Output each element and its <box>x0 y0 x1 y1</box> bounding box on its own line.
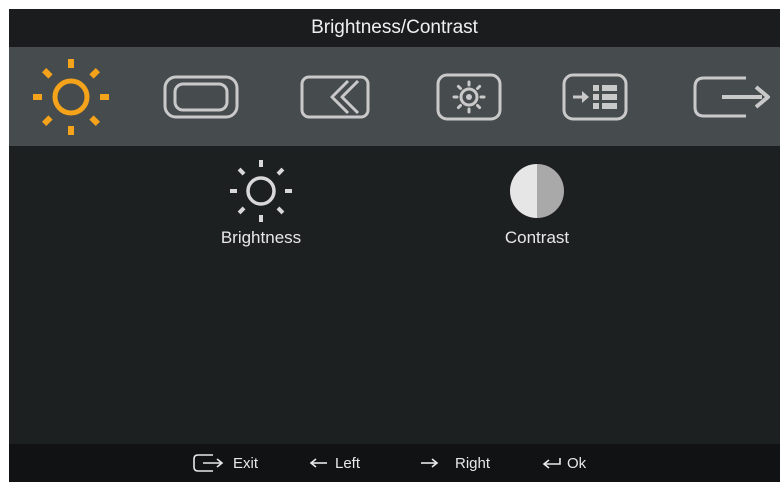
contrast-label: Contrast <box>504 228 570 247</box>
brightness-icon <box>230 160 292 222</box>
menu-title: Brightness/Contrast <box>311 17 478 38</box>
tab-image-setup[interactable] <box>294 55 378 139</box>
contrast-option[interactable]: Contrast <box>457 146 617 256</box>
tab-image-properties[interactable] <box>429 55 509 139</box>
category-tab-bar <box>9 47 780 146</box>
submenu-panel: Brightness Contrast <box>9 146 780 444</box>
osd-menu: Brightness/Contrast Brightness Contrast … <box>9 9 780 482</box>
right-hint[interactable]: Right <box>419 444 490 482</box>
screen-position-icon <box>163 75 239 119</box>
exit-icon <box>693 76 770 118</box>
enter-key-icon <box>542 458 561 469</box>
tab-screen-position[interactable] <box>159 55 243 139</box>
right-hint-label: Right <box>455 454 491 472</box>
contrast-icon <box>510 164 564 218</box>
exit-key-icon <box>193 454 224 472</box>
left-hint[interactable]: Left <box>309 444 360 482</box>
key-hint-bar: Exit Left Right Ok <box>9 444 780 482</box>
right-arrow-icon <box>421 458 439 468</box>
image-setup-icon <box>300 75 370 119</box>
exit-hint-label: Exit <box>233 454 259 472</box>
menu-title-bar: Brightness/Contrast <box>9 9 780 47</box>
image-properties-icon <box>436 73 502 121</box>
tab-brightness-contrast[interactable] <box>23 55 119 139</box>
left-hint-label: Left <box>335 454 361 472</box>
options-menu-icon <box>562 73 628 121</box>
tab-options[interactable] <box>557 55 633 139</box>
sun-icon <box>33 59 109 135</box>
brightness-label: Brightness <box>220 228 302 247</box>
left-arrow-icon <box>309 458 327 468</box>
ok-hint[interactable]: Ok <box>541 444 586 482</box>
tab-exit[interactable] <box>689 55 777 139</box>
ok-hint-label: Ok <box>567 454 587 472</box>
brightness-option[interactable]: Brightness <box>181 146 341 256</box>
exit-hint[interactable]: Exit <box>191 444 258 482</box>
